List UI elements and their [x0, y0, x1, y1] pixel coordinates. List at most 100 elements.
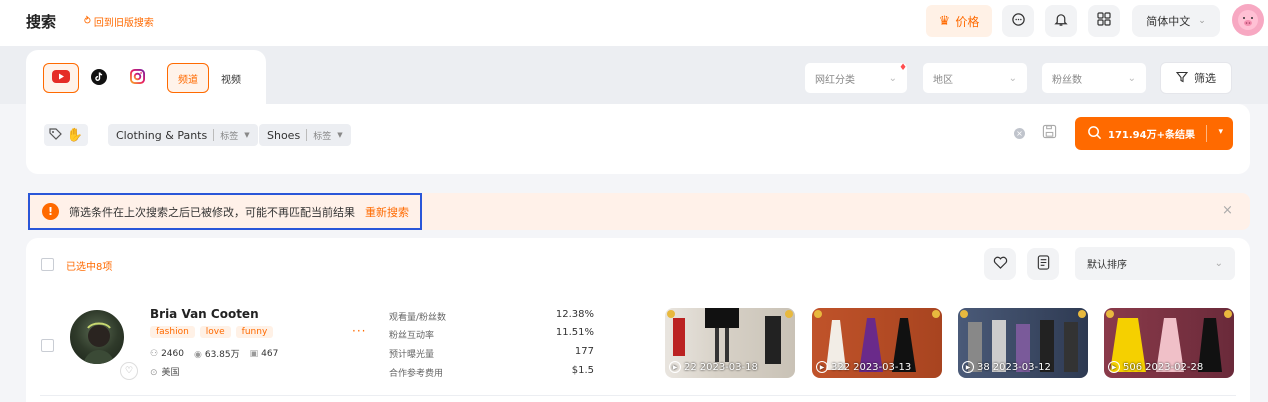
- favorite-heart-icon[interactable]: ♡: [120, 362, 138, 380]
- chevron-down-icon: ⌄: [1198, 16, 1206, 26]
- old-search-link[interactable]: ⥁ 回到旧版搜索: [84, 14, 154, 29]
- region-label: 地区: [933, 74, 953, 86]
- influencer-avatar[interactable]: [68, 308, 126, 366]
- funnel-icon: [1175, 71, 1189, 86]
- search-icon: [1087, 125, 1102, 143]
- video-caption: ▶ 22 2023-03-18: [669, 361, 758, 373]
- video-views: 506: [1123, 361, 1143, 373]
- metric-label: 合作参考费用: [389, 369, 444, 379]
- video-views: 322: [831, 361, 851, 373]
- pig-avatar-icon: [1235, 6, 1261, 35]
- save-search-icon[interactable]: [1042, 124, 1057, 142]
- chevron-down-icon: ⌄: [888, 72, 897, 84]
- video-caption: ▶ 38 2023-03-12: [962, 361, 1051, 373]
- stat-value: 63.85万: [204, 350, 240, 360]
- grid-icon: [1097, 12, 1111, 30]
- bell-warning-icon: !: [42, 203, 59, 220]
- favorite-button[interactable]: [984, 248, 1016, 280]
- metric-label: 观看量/粉丝数: [389, 313, 447, 323]
- chip-label: Clothing & Pants: [116, 128, 208, 142]
- more-tags-icon[interactable]: ···: [352, 324, 366, 338]
- tag-filter-button[interactable]: ✋: [44, 124, 88, 146]
- row-divider: [40, 395, 1236, 396]
- video-views: 22: [684, 361, 697, 373]
- platform-youtube[interactable]: [43, 63, 79, 93]
- play-icon: ▶: [816, 361, 828, 373]
- influencer-stats: ⚇ 2460 ◉ 63.85万 ▣ 467: [150, 347, 278, 361]
- message-button[interactable]: [1002, 5, 1034, 37]
- tab-video[interactable]: 视频: [214, 63, 248, 93]
- play-circle-icon: ◉: [193, 350, 202, 360]
- notice-highlight: ! 筛选条件在上次搜索之后已被修改，可能不再匹配当前结果 重新搜索: [28, 193, 422, 230]
- corner-badge: [932, 310, 940, 318]
- filter-label: 筛选: [1194, 72, 1216, 85]
- sort-dropdown[interactable]: 默认排序 ⌄: [1075, 247, 1235, 280]
- metric-label: 预计曝光量: [389, 350, 435, 360]
- youtube-icon: [52, 70, 70, 86]
- corner-badge: [785, 310, 793, 318]
- platform-tiktok[interactable]: [81, 63, 117, 93]
- tag-label: love: [199, 326, 231, 338]
- research-link[interactable]: 重新搜索: [365, 204, 409, 220]
- chevron-down-icon: ⌄: [1214, 258, 1223, 269]
- video-thumbnail[interactable]: ▶ 322 2023-03-13: [812, 308, 942, 378]
- calendar-icon: ▣: [249, 348, 259, 359]
- user-avatar[interactable]: [1232, 4, 1264, 36]
- row-checkbox[interactable]: [41, 339, 54, 352]
- video-date: 2023-03-13: [853, 361, 912, 373]
- video-date: 2023-02-28: [1145, 361, 1204, 373]
- region-dropdown[interactable]: 地区 ⌄: [922, 62, 1028, 94]
- metric-value: 11.51%: [555, 327, 594, 338]
- heart-icon: [993, 256, 1008, 273]
- instagram-icon: [129, 69, 145, 87]
- corner-badge: [814, 310, 822, 318]
- language-select[interactable]: 简体中文 ⌄: [1132, 5, 1220, 37]
- clear-icon[interactable]: ×: [1014, 128, 1025, 139]
- sort-label: 默认排序: [1087, 260, 1127, 271]
- document-icon: [1037, 254, 1050, 274]
- notice-text: 筛选条件在上次搜索之后已被修改，可能不再匹配当前结果: [69, 205, 355, 219]
- video-caption: ▶ 506 2023-02-28: [1108, 361, 1203, 373]
- tag-chip-shoes[interactable]: Shoes 标签 ▼: [259, 124, 351, 146]
- chip-sub: 标签: [220, 131, 239, 142]
- chip-label: Shoes: [267, 128, 301, 142]
- followers-label: 粉丝数: [1052, 74, 1082, 86]
- tag-label: funny: [235, 326, 274, 338]
- chip-sub: 标签: [313, 131, 332, 142]
- tab-channel[interactable]: 频道: [167, 63, 209, 93]
- search-button[interactable]: 171.94万+条结果 ▾: [1075, 117, 1233, 150]
- chip-separator: [306, 129, 308, 141]
- apps-button[interactable]: [1088, 5, 1120, 37]
- metric-value: $1.5: [571, 365, 594, 376]
- video-thumbnail[interactable]: ▶ 506 2023-02-28: [1104, 308, 1234, 378]
- filter-button[interactable]: 筛选: [1160, 62, 1232, 94]
- category-dropdown[interactable]: 网红分类 ⌄: [804, 62, 908, 94]
- page-title: 搜索: [26, 13, 57, 31]
- corner-badge: [1078, 310, 1086, 318]
- notification-button[interactable]: [1045, 5, 1077, 37]
- close-icon[interactable]: ×: [1222, 203, 1233, 218]
- price-label: 价格: [955, 14, 980, 29]
- video-thumbnail[interactable]: ▶ 22 2023-03-18: [665, 308, 795, 378]
- influencer-tags: fashion love funny: [150, 326, 274, 338]
- price-button[interactable]: ♛ 价格: [926, 5, 992, 37]
- diamond-icon: ♦: [899, 63, 908, 73]
- tag-chip-clothing[interactable]: Clothing & Pants 标签 ▼: [108, 124, 258, 146]
- caret-down-icon: ▼: [337, 131, 343, 139]
- selected-count: 已选中8项: [66, 262, 113, 273]
- followers-dropdown[interactable]: 粉丝数 ⌄: [1041, 62, 1147, 94]
- influencer-name[interactable]: Bria Van Cooten: [150, 307, 259, 321]
- corner-badge: [1224, 310, 1232, 318]
- metric-value: 177: [574, 346, 594, 357]
- select-all-checkbox[interactable]: [41, 258, 54, 271]
- video-thumbnail[interactable]: ▶ 38 2023-03-12: [958, 308, 1088, 378]
- export-button[interactable]: [1027, 248, 1059, 280]
- button-divider: [1206, 125, 1207, 142]
- video-caption: ▶ 322 2023-03-13: [816, 361, 911, 373]
- stat-views: ◉ 63.85万: [194, 347, 240, 360]
- play-icon: ▶: [1108, 361, 1120, 373]
- play-icon: ▶: [962, 361, 974, 373]
- tiktok-icon: [91, 68, 107, 88]
- bell-icon: [1054, 12, 1068, 31]
- platform-instagram[interactable]: [119, 63, 155, 93]
